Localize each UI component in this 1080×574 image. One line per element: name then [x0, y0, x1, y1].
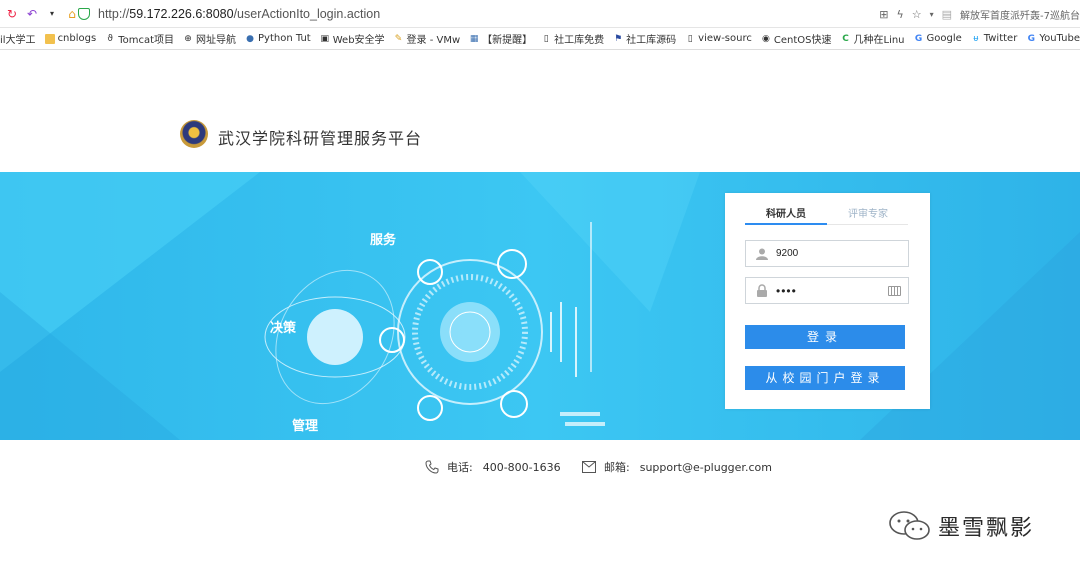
bookmark-item[interactable]: ▣ Web安全学: [320, 31, 384, 47]
news-ticker[interactable]: 解放军首度派歼轰-7巡航台: [960, 7, 1080, 22]
bookmark-item[interactable]: cnblogs: [44, 33, 96, 44]
bookmark-item[interactable]: ▯ 社工库免费: [541, 31, 604, 47]
bookmark-item[interactable]: ▦ 【新提醒】: [469, 31, 532, 47]
security-shield-icon: [78, 8, 90, 20]
bookmark-item[interactable]: C 几种在Linu: [841, 31, 904, 47]
twitter-icon: ᵾ: [973, 34, 979, 44]
email-label: 邮箱:: [604, 461, 630, 474]
google-icon: G: [914, 33, 923, 44]
address-bar[interactable]: http://59.172.226.6:8080/userActionIto_l…: [78, 4, 948, 24]
refresh-icon[interactable]: ↻: [4, 6, 20, 22]
phone-label: 电话:: [447, 461, 473, 474]
watermark: 墨雪飘影: [888, 510, 1034, 542]
google-icon: G: [1027, 33, 1035, 44]
phone-value: 400-800-1636: [482, 460, 561, 474]
bookmark-item[interactable]: il大学工: [0, 31, 36, 46]
watermark-text: 墨雪飘影: [938, 516, 1035, 541]
bookmark-item[interactable]: ● Python Tut: [245, 33, 311, 44]
back-icon[interactable]: ↶: [24, 6, 40, 22]
phone-icon: [425, 460, 439, 474]
dropdown-icon[interactable]: ▾: [930, 10, 934, 19]
page-icon: ▯: [687, 33, 693, 44]
key-icon: ✎: [394, 33, 403, 44]
folder-icon: [44, 33, 55, 44]
tomcat-icon: ϑ: [107, 33, 113, 44]
tab-expert[interactable]: 评审专家: [827, 205, 909, 225]
c-icon: C: [842, 33, 849, 44]
python-icon: ●: [246, 33, 254, 44]
star-icon[interactable]: ☆: [912, 8, 922, 21]
banner-label-service: 服务: [370, 232, 397, 248]
password-input[interactable]: [776, 281, 886, 300]
banner-label-management: 管理: [292, 418, 318, 434]
lightning-icon[interactable]: ϟ: [896, 8, 903, 21]
contact-email: 邮箱: support@e-plugger.com: [582, 459, 772, 475]
bookmark-item[interactable]: ⊕ 网址导航: [183, 31, 236, 47]
url-text[interactable]: http://59.172.226.6:8080/userActionIto_l…: [98, 7, 380, 21]
login-card: 科研人员 评审专家 登录 从校园门户登录: [725, 193, 930, 409]
page-icon: ▣: [320, 33, 329, 44]
wechat-icon: [889, 511, 930, 540]
site-title: 武汉学院科研管理服务平台: [218, 129, 423, 148]
username-input[interactable]: [776, 244, 886, 263]
bookmark-item[interactable]: ⚑ 社工库源码: [613, 31, 676, 47]
centos-icon: ◉: [761, 33, 770, 44]
bookmark-item[interactable]: ᵾ Twitter: [971, 33, 1017, 44]
keyboard-icon[interactable]: [888, 286, 901, 296]
email-value[interactable]: support@e-plugger.com: [640, 461, 772, 474]
bookmark-item[interactable]: G YouTube: [1026, 33, 1080, 44]
login-button[interactable]: 登录: [745, 325, 905, 349]
lock-icon: [757, 284, 767, 297]
contact-phone: 电话: 400-800-1636: [425, 459, 561, 475]
browser-toolbar: ↻ ↶ ▾ ⌂ http://59.172.226.6:8080/userAct…: [0, 0, 1080, 28]
bookmark-item[interactable]: ▯ view-sourc: [685, 33, 752, 44]
bookmarks-bar: il大学工 cnblogs ϑ Tomcat项目 ⊕ 网址导航 ● Python Tu…: [0, 28, 1080, 50]
grid-icon: ▦: [469, 33, 479, 44]
globe-icon: ⊕: [184, 33, 192, 44]
user-icon: [756, 248, 768, 260]
page-icon: ▯: [543, 33, 549, 44]
password-field[interactable]: [745, 277, 909, 304]
news-icon: ▤: [941, 7, 953, 21]
campus-portal-login-button[interactable]: 从校园门户登录: [745, 366, 905, 390]
banner-label-decision: 决策: [270, 320, 297, 336]
university-logo-icon: [180, 120, 208, 148]
dropdown-icon[interactable]: ▾: [44, 6, 60, 22]
qr-code-icon[interactable]: ⊞: [879, 8, 888, 21]
username-field[interactable]: [745, 240, 909, 267]
bookmark-item[interactable]: ◉ CentOS快速: [761, 31, 832, 47]
site-header: [0, 50, 1080, 172]
flag-icon: ⚑: [614, 33, 623, 44]
login-tabs: 科研人员 评审专家: [745, 205, 908, 225]
bookmark-item[interactable]: ✎ 登录 - VMw: [394, 31, 460, 47]
bookmark-item[interactable]: G Google: [914, 33, 962, 44]
bookmark-item[interactable]: ϑ Tomcat项目: [105, 31, 174, 47]
mail-icon: [582, 460, 596, 474]
globe-graphic: [307, 309, 363, 365]
tab-researcher[interactable]: 科研人员: [745, 205, 827, 225]
toolbar-right: ⊞ ϟ ☆ ▾ ▤ 解放军首度派歼轰-7巡航台: [879, 4, 1080, 24]
